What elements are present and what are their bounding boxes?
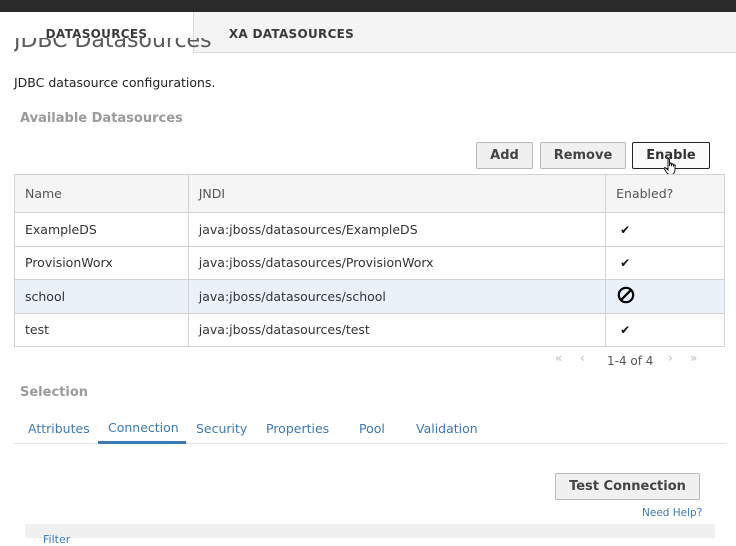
pager-first-icon[interactable]: «: [555, 351, 562, 365]
tab-xa-datasources[interactable]: XA DATASOURCES: [194, 12, 389, 53]
cell-name: school: [14, 279, 189, 314]
pager-text: 1-4 of 4: [607, 354, 654, 368]
cell-name: ProvisionWorx: [14, 245, 189, 280]
test-connection-button[interactable]: Test Connection: [555, 473, 700, 500]
pager-next-icon[interactable]: ›: [668, 351, 673, 365]
cell-enabled: [605, 279, 725, 314]
selection-heading: Selection: [20, 385, 89, 400]
disabled-icon: [617, 286, 635, 304]
available-datasources-heading: Available Datasources: [20, 111, 183, 126]
page-subtitle: JDBC datasource configurations.: [14, 75, 216, 90]
cell-name: ExampleDS: [14, 212, 189, 247]
table-header-row: Name JNDI Enabled?: [14, 174, 725, 213]
tab-properties[interactable]: Properties: [266, 421, 329, 436]
check-icon: ✔: [620, 256, 631, 271]
column-header-name[interactable]: Name: [14, 174, 189, 213]
cell-jndi: java:jboss/datasources/ProvisionWorx: [187, 245, 607, 280]
column-header-jndi[interactable]: JNDI: [187, 174, 607, 213]
tab-attributes[interactable]: Attributes: [28, 421, 90, 436]
selection-tabs: Attributes Connection Security Propertie…: [14, 416, 726, 444]
pager-last-icon[interactable]: »: [690, 351, 697, 365]
tab-validation[interactable]: Validation: [416, 421, 478, 436]
table-row-selected[interactable]: school java:jboss/datasources/school: [14, 279, 725, 314]
panel-label[interactable]: Filter: [43, 533, 70, 546]
details-panel: Filter: [25, 524, 715, 546]
tab-security[interactable]: Security: [196, 421, 247, 436]
top-bar: [0, 0, 736, 12]
remove-button[interactable]: Remove: [540, 142, 626, 169]
cell-enabled: ✔: [605, 245, 725, 280]
table-row[interactable]: ExampleDS java:jboss/datasources/Example…: [14, 212, 725, 247]
cell-jndi: java:jboss/datasources/school: [187, 279, 607, 314]
column-header-enabled[interactable]: Enabled?: [605, 174, 725, 213]
table-row[interactable]: ProvisionWorx java:jboss/datasources/Pro…: [14, 245, 725, 280]
table-row[interactable]: test java:jboss/datasources/test ✔: [14, 312, 725, 347]
add-button[interactable]: Add: [476, 142, 533, 169]
check-icon: ✔: [620, 222, 631, 237]
pager-prev-icon[interactable]: ‹: [580, 351, 585, 365]
cell-enabled: ✔: [605, 312, 725, 347]
cell-jndi: java:jboss/datasources/test: [187, 312, 607, 347]
active-tab-indicator: [98, 441, 186, 444]
cell-jndi: java:jboss/datasources/ExampleDS: [187, 212, 607, 247]
tab-pool[interactable]: Pool: [359, 421, 385, 436]
page-title: JDBC Datasources: [14, 38, 212, 53]
datasources-table: Name JNDI Enabled? ExampleDS java:jboss/…: [14, 174, 725, 347]
cell-enabled: ✔: [605, 212, 725, 247]
tab-connection[interactable]: Connection: [108, 420, 179, 435]
check-icon: ✔: [620, 323, 631, 338]
need-help-link[interactable]: Need Help?: [642, 507, 702, 519]
cell-name: test: [14, 312, 189, 347]
